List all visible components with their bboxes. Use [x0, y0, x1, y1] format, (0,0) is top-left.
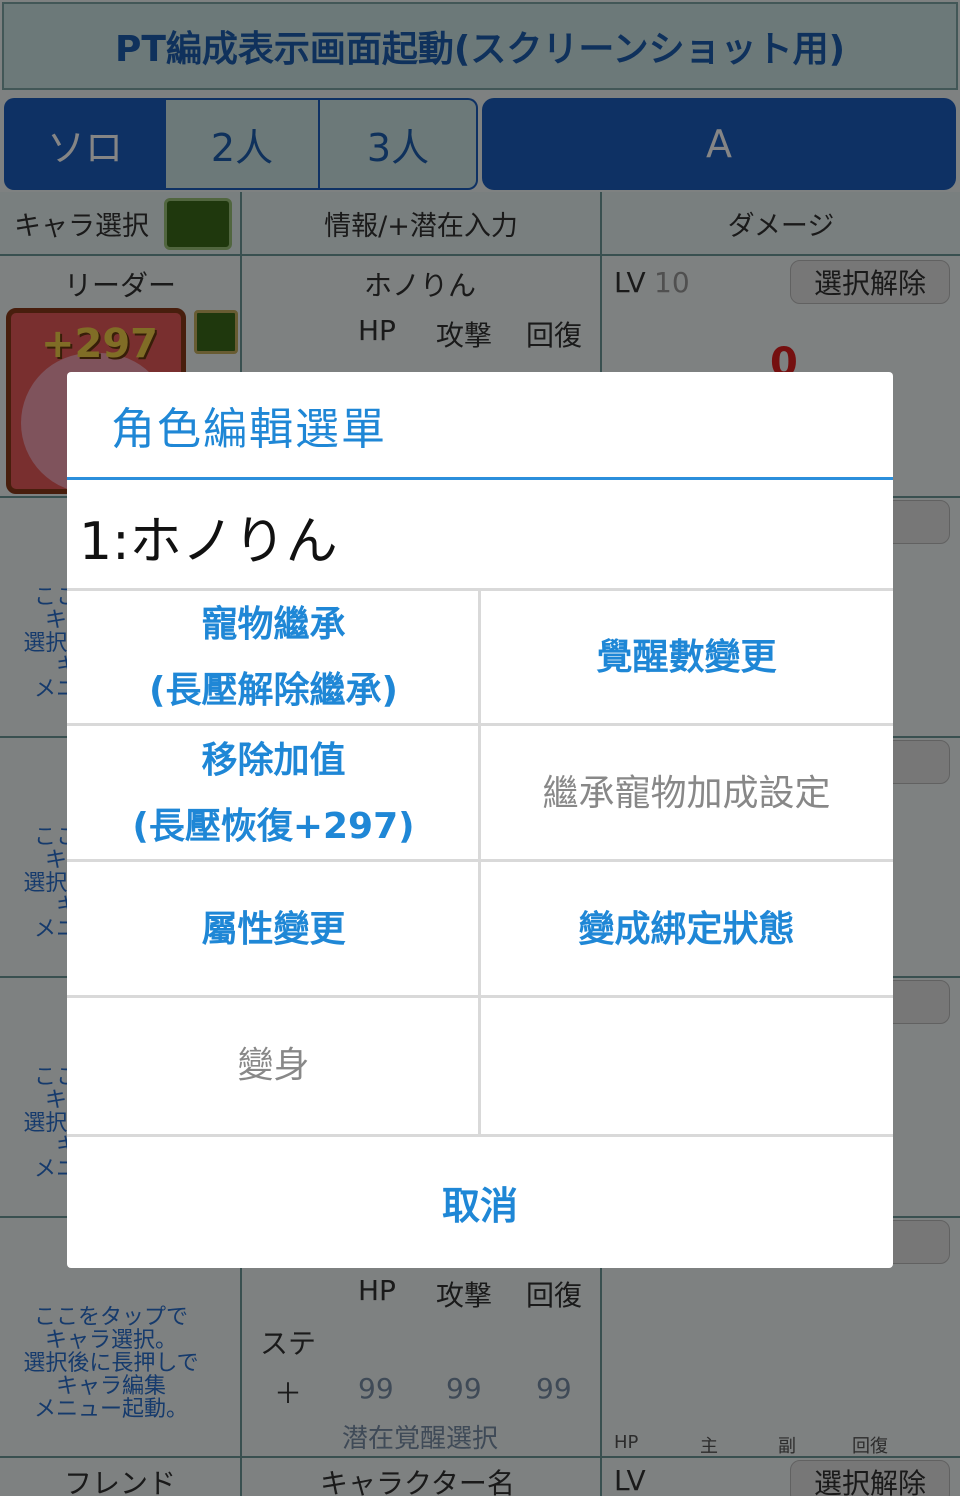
option-line1: 屬性變更: [201, 909, 346, 950]
bind-state-button[interactable]: 變成綁定狀態: [480, 862, 893, 998]
transform-button[interactable]: 變身: [67, 998, 480, 1134]
change-awakening-button[interactable]: 覺醒數變更: [480, 590, 893, 726]
dialog-title: 角色編輯選單: [67, 372, 893, 480]
dialog-options-grid: 寵物繼承 (長壓解除繼承) 覺醒數變更 移除加值 (長壓恢復+297) 繼承寵物…: [67, 588, 893, 1134]
option-line1: 寵物繼承: [201, 604, 346, 645]
option-line2: (長壓解除繼承): [149, 670, 398, 711]
dialog-character-name: 1:ホノりん: [79, 511, 338, 572]
option-line1: 變身: [237, 1045, 310, 1086]
option-line2: (長壓恢復+297): [132, 806, 415, 847]
inherit-bonus-setting-button[interactable]: 繼承寵物加成設定: [480, 726, 893, 862]
option-line1: 變成綁定狀態: [578, 909, 795, 950]
inherit-pet-button[interactable]: 寵物繼承 (長壓解除繼承): [67, 590, 480, 726]
option-line1: 移除加值: [201, 740, 346, 781]
cancel-button[interactable]: 取消: [67, 1134, 893, 1268]
remove-plus-button[interactable]: 移除加值 (長壓恢復+297): [67, 726, 480, 862]
option-line1: 繼承寵物加成設定: [542, 773, 831, 814]
option-line1: 覺醒數變更: [596, 637, 777, 678]
character-edit-dialog: 角色編輯選單 1:ホノりん 寵物繼承 (長壓解除繼承) 覺醒數變更 移除加值 (…: [67, 372, 893, 1268]
change-attribute-button[interactable]: 屬性變更: [67, 862, 480, 998]
empty-option-cell: [480, 998, 893, 1134]
